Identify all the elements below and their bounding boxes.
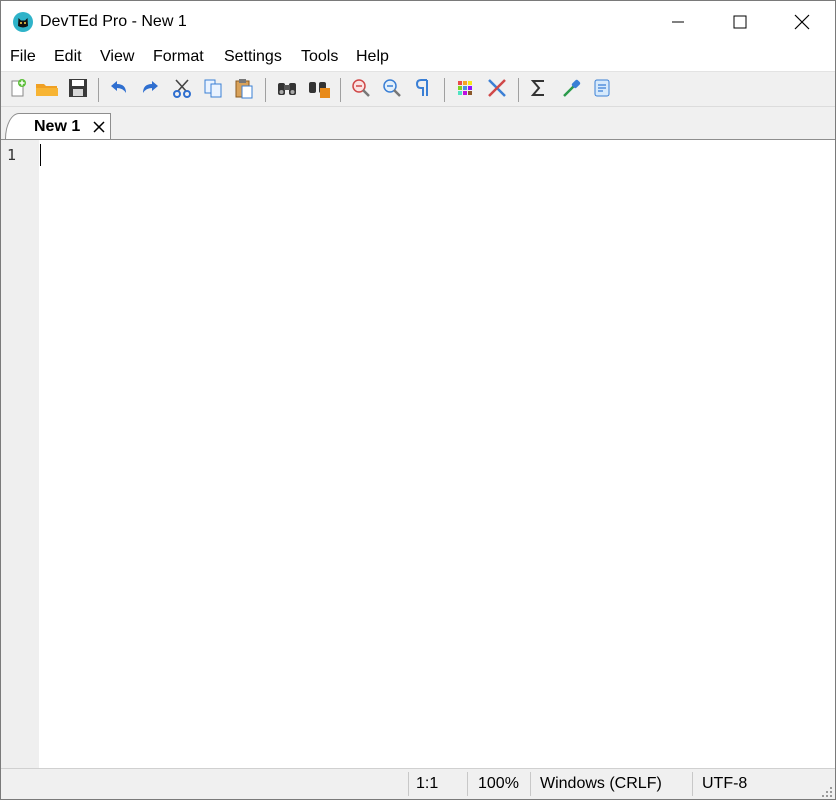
new-document-button[interactable]: [5, 77, 31, 103]
replace-button[interactable]: [306, 77, 332, 103]
encoding: UTF-8: [702, 775, 748, 792]
cut-icon: [171, 77, 193, 104]
toolbar-separator: [265, 78, 266, 102]
replace-icon: [307, 77, 331, 104]
zoom-out-icon: [381, 77, 403, 104]
tools-icon: [486, 77, 508, 104]
app-window: DevTEd Pro - New 1 File Edit View Format…: [0, 0, 836, 800]
undo-icon: [108, 77, 130, 104]
open-folder-button[interactable]: [34, 77, 60, 103]
menu-edit[interactable]: Edit: [54, 47, 82, 67]
undo-button[interactable]: [106, 77, 132, 103]
menu-bar: File Edit View Format Settings Tools Hel…: [1, 43, 835, 71]
copy-button[interactable]: [200, 77, 226, 103]
line-number-gutter: 1: [1, 140, 39, 768]
close-tab-icon[interactable]: [92, 120, 106, 134]
zoom-level: 100%: [478, 775, 519, 792]
minimize-icon: [671, 15, 685, 29]
maximize-icon: [733, 15, 747, 29]
save-icon: [67, 77, 89, 104]
tools-button[interactable]: [484, 77, 510, 103]
color-picker-icon: [560, 77, 582, 104]
zoom-in-icon: [350, 77, 372, 104]
status-separator: [408, 772, 409, 796]
save-button[interactable]: [65, 77, 91, 103]
find-button[interactable]: [274, 77, 300, 103]
paste-button[interactable]: [231, 77, 257, 103]
status-bar: 1:1 100% Windows (CRLF) UTF-8: [1, 768, 835, 799]
toolbar-separator: [518, 78, 519, 102]
show-all-characters-icon: [413, 77, 435, 104]
menu-help[interactable]: Help: [356, 47, 389, 67]
editor-area[interactable]: 1: [1, 139, 835, 768]
menu-view[interactable]: View: [100, 47, 134, 67]
menu-format[interactable]: Format: [153, 47, 204, 67]
color-picker-button[interactable]: [558, 77, 584, 103]
open-folder-icon: [35, 77, 59, 104]
cat-icon: [13, 12, 33, 32]
menu-tools[interactable]: Tools: [301, 47, 338, 67]
find-icon: [275, 77, 299, 104]
tab-strip: New 1: [1, 107, 835, 139]
minimize-button[interactable]: [647, 1, 709, 43]
color-palette-icon: [454, 77, 476, 104]
line-number: 1: [7, 146, 17, 164]
redo-icon: [139, 77, 161, 104]
redo-button[interactable]: [137, 77, 163, 103]
toolbar: [1, 71, 835, 107]
window-title: DevTEd Pro - New 1: [40, 13, 187, 30]
maximize-button[interactable]: [709, 1, 771, 43]
cursor-position: 1:1: [416, 775, 439, 792]
status-separator: [530, 772, 531, 796]
script-button[interactable]: [589, 77, 615, 103]
title-bar: DevTEd Pro - New 1: [1, 1, 835, 43]
toolbar-separator: [444, 78, 445, 102]
menu-settings[interactable]: Settings: [224, 47, 282, 67]
resize-grip-icon[interactable]: [821, 785, 833, 797]
close-icon: [794, 14, 810, 30]
tab-label: New 1: [34, 118, 81, 135]
sigma-button[interactable]: [526, 77, 552, 103]
status-separator: [692, 772, 693, 796]
paste-icon: [233, 77, 255, 104]
text-caret: [40, 144, 41, 166]
copy-icon: [202, 77, 224, 104]
zoom-in-button[interactable]: [348, 77, 374, 103]
new-document-icon: [7, 77, 29, 104]
tab-new-1[interactable]: New 1: [5, 113, 111, 139]
close-button[interactable]: [771, 1, 833, 43]
toolbar-separator: [340, 78, 341, 102]
color-palette-button[interactable]: [452, 77, 478, 103]
zoom-out-button[interactable]: [379, 77, 405, 103]
toolbar-separator: [98, 78, 99, 102]
line-ending: Windows (CRLF): [540, 775, 662, 792]
cut-button[interactable]: [169, 77, 195, 103]
script-icon: [591, 77, 613, 104]
menu-file[interactable]: File: [10, 47, 36, 67]
status-separator: [467, 772, 468, 796]
show-all-characters-button[interactable]: [411, 77, 437, 103]
sigma-icon: [528, 77, 550, 104]
